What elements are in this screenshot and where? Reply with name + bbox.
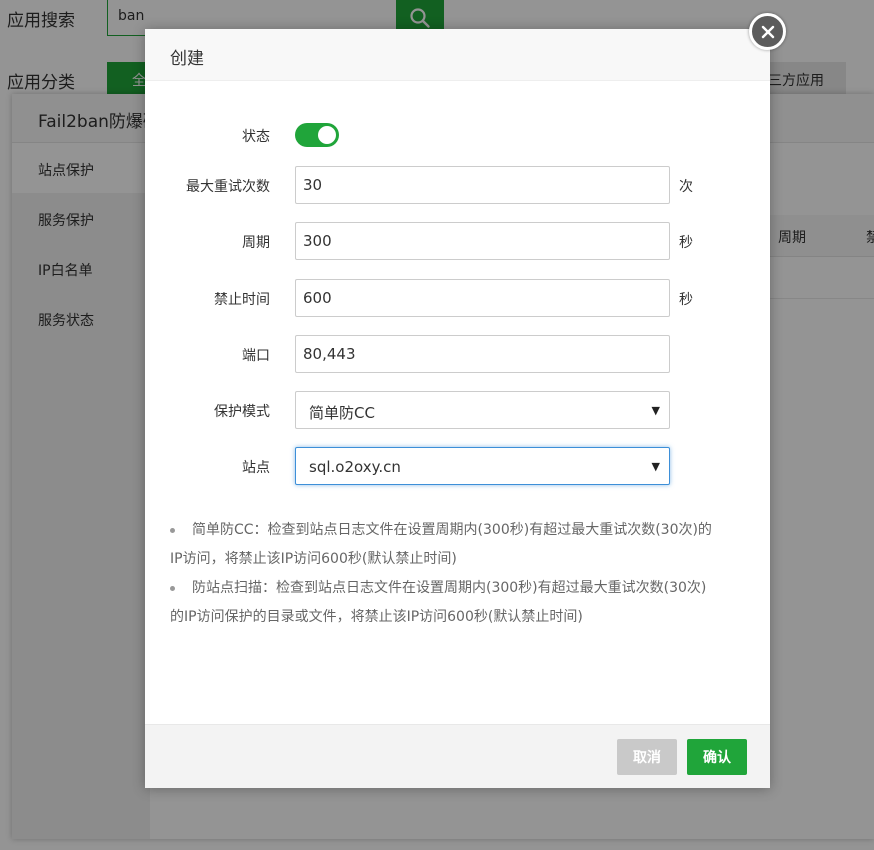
ban-time-label: 禁止时间 [214, 292, 270, 308]
site-label: 站点 [242, 460, 270, 476]
toggle-knob [318, 126, 336, 144]
period-unit: 秒 [679, 235, 693, 251]
mode-row: 保护模式 简单防CC ▼ [145, 391, 770, 429]
mode-label: 保护模式 [214, 404, 270, 420]
port-label: 端口 [242, 348, 270, 364]
mode-select-value: 简单防CC [309, 404, 375, 422]
caret-down-icon: ▼ [651, 460, 660, 473]
port-row: 端口 [145, 335, 770, 373]
dialog-footer: 取消 确认 [145, 724, 770, 788]
ban-time-unit: 秒 [679, 292, 693, 308]
site-row: 站点 sql.o2oxy.cn ▼ [145, 447, 770, 485]
bullet-icon [170, 528, 175, 533]
max-retry-unit: 次 [679, 179, 693, 195]
confirm-button[interactable]: 确认 [687, 739, 747, 775]
status-label: 状态 [242, 129, 270, 145]
note-text: 简单防CC：检查到站点日志文件在设置周期内(300秒)有超过最大重试次数(30次… [192, 522, 712, 538]
period-label: 周期 [242, 235, 270, 251]
create-dialog: 创建 状态 最大重试次数 次 周期 秒 禁止时间 秒 端口 保护模式 简单防CC… [145, 29, 770, 788]
site-select-value: sql.o2oxy.cn [309, 458, 401, 476]
caret-down-icon: ▼ [651, 404, 660, 417]
note-simple-cc: 简单防CC：检查到站点日志文件在设置周期内(300秒)有超过最大重试次数(30次… [170, 516, 750, 574]
note-text: IP访问，将禁止该IP访问600秒(默认禁止时间) [170, 551, 457, 567]
max-retry-input[interactable] [295, 166, 670, 204]
bullet-icon [170, 586, 175, 591]
max-retry-row: 最大重试次数 次 [145, 166, 770, 204]
note-text: 防站点扫描：检查到站点日志文件在设置周期内(300秒)有超过最大重试次数(30次… [192, 580, 707, 596]
status-toggle[interactable] [295, 123, 339, 147]
note-site-scan: 防站点扫描：检查到站点日志文件在设置周期内(300秒)有超过最大重试次数(30次… [170, 574, 750, 632]
note-text: 的IP访问保护的目录或文件，将禁止该IP访问600秒(默认禁止时间) [170, 609, 583, 625]
port-input[interactable] [295, 335, 670, 373]
ban-time-input[interactable] [295, 279, 670, 317]
site-select[interactable]: sql.o2oxy.cn ▼ [295, 447, 670, 485]
period-row: 周期 秒 [145, 222, 770, 260]
status-row: 状态 [145, 122, 770, 160]
close-button[interactable] [749, 13, 786, 50]
mode-select[interactable]: 简单防CC ▼ [295, 391, 670, 429]
period-input[interactable] [295, 222, 670, 260]
max-retry-label: 最大重试次数 [186, 179, 270, 195]
ban-time-row: 禁止时间 秒 [145, 279, 770, 317]
help-notes: 简单防CC：检查到站点日志文件在设置周期内(300秒)有超过最大重试次数(30次… [170, 516, 750, 632]
close-icon [761, 25, 774, 38]
cancel-button[interactable]: 取消 [617, 739, 677, 775]
dialog-title: 创建 [145, 29, 770, 81]
